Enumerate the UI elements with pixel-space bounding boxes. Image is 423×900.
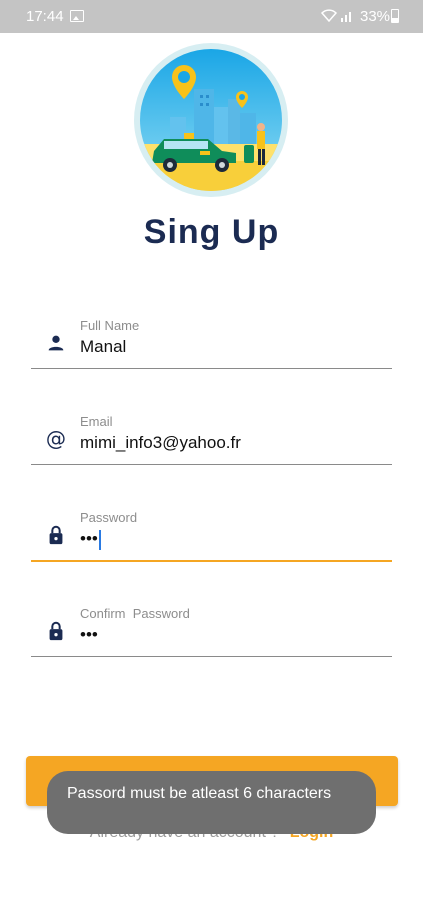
email-label: Email — [80, 414, 113, 429]
email-value[interactable]: mimi_info3@yahoo.fr — [80, 433, 241, 453]
confirm-password-value[interactable]: ••• — [80, 625, 98, 645]
toast-message: Passord must be atleast 6 characters — [47, 771, 376, 834]
text-cursor — [98, 529, 101, 550]
confirm-password-label: Confirm Password — [80, 606, 190, 621]
taxi-illustration — [140, 49, 282, 191]
image-notification-icon — [70, 10, 84, 22]
wifi-icon — [321, 9, 337, 22]
status-time: 17:44 — [26, 8, 64, 25]
signal-icon — [341, 12, 351, 22]
at-icon: @ — [46, 428, 66, 450]
full-name-field[interactable]: Full Name Manal — [31, 318, 392, 369]
email-field[interactable]: @ Email mimi_info3@yahoo.fr — [31, 414, 392, 465]
person-icon — [48, 335, 64, 351]
password-value[interactable]: ••• — [80, 529, 101, 550]
password-label: Password — [80, 510, 138, 525]
full-name-value[interactable]: Manal — [80, 337, 126, 357]
battery-icon — [391, 9, 399, 23]
confirm-password-field[interactable]: Confirm Password ••• — [31, 606, 392, 657]
page-title: Sing Up — [143, 213, 280, 251]
lock-icon — [49, 525, 63, 545]
full-name-label: Full Name — [80, 318, 140, 333]
app-logo — [134, 43, 288, 197]
password-field[interactable]: Password ••• — [31, 510, 392, 562]
lock-icon — [49, 621, 63, 641]
svg-text:@: @ — [46, 428, 66, 450]
password-dots: ••• — [80, 529, 98, 548]
battery-percentage: 33% — [360, 8, 391, 25]
status-bar: 17:44 33% — [0, 0, 423, 33]
